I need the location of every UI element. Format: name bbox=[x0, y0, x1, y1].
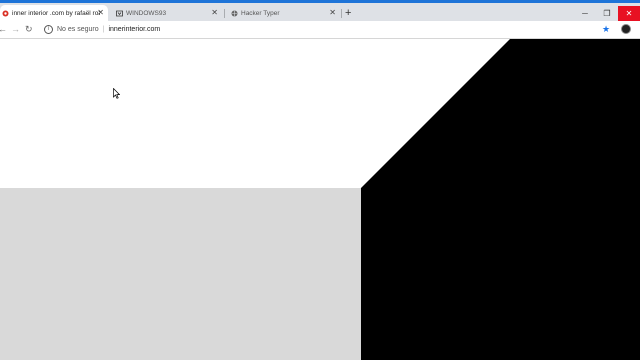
mouse-cursor-icon bbox=[113, 88, 120, 99]
tab-close-icon[interactable]: ✕ bbox=[97, 8, 104, 18]
close-window-button[interactable]: ✕ bbox=[618, 6, 640, 22]
forward-button[interactable]: → bbox=[11, 23, 20, 35]
browser-toolbar: ← → ↻ i No es seguro | innerinterior.com… bbox=[0, 21, 640, 39]
url-separator: | bbox=[102, 26, 105, 33]
address-bar[interactable]: i No es seguro | innerinterior.com bbox=[40, 22, 600, 37]
tab-label: inner interior .com by rafaël rozendaal bbox=[12, 9, 100, 17]
tab-label: Hacker Typer bbox=[241, 9, 280, 17]
info-icon[interactable]: i bbox=[44, 25, 53, 34]
tab-strip: inner interior .com by rafaël rozendaal … bbox=[0, 3, 640, 22]
url-text[interactable]: innerinterior.com bbox=[108, 26, 160, 33]
gray-floor bbox=[0, 188, 361, 360]
tab-divider bbox=[341, 9, 342, 18]
tab-close-icon[interactable]: ✕ bbox=[211, 8, 218, 18]
restore-button[interactable]: ❐ bbox=[596, 6, 618, 22]
security-status[interactable]: No es seguro bbox=[57, 26, 99, 33]
minimize-button[interactable]: ─ bbox=[574, 6, 596, 22]
bookmark-star-icon[interactable]: ★ bbox=[602, 23, 610, 35]
site-favicon-icon bbox=[2, 10, 9, 17]
profile-avatar[interactable] bbox=[621, 24, 631, 34]
globe-icon bbox=[231, 10, 238, 17]
reload-button[interactable]: ↻ bbox=[25, 23, 33, 35]
tab-hacker-typer[interactable]: Hacker Typer ✕ bbox=[226, 5, 340, 21]
tab-windows93[interactable]: WINDOWS93 ✕ bbox=[110, 5, 222, 21]
tab-divider bbox=[224, 9, 225, 18]
back-button[interactable]: ← bbox=[0, 23, 7, 35]
tab-inner-interior[interactable]: inner interior .com by rafaël rozendaal … bbox=[0, 5, 108, 21]
page-artwork[interactable] bbox=[0, 39, 640, 360]
windows93-favicon-icon bbox=[116, 10, 123, 17]
tab-close-icon[interactable]: ✕ bbox=[329, 8, 336, 18]
tab-label: WINDOWS93 bbox=[126, 9, 167, 17]
web-page-content[interactable] bbox=[0, 39, 640, 360]
new-tab-button[interactable]: + bbox=[345, 7, 351, 19]
